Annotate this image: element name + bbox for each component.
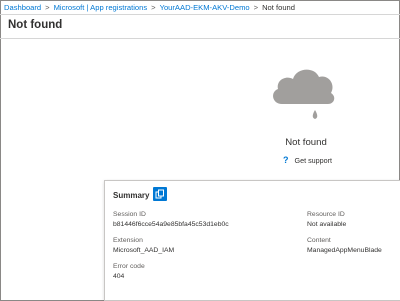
page-title: Not found [8,19,63,31]
breadcrumb-app-registrations[interactable]: Microsoft | App registrations [54,3,148,12]
error-message: Not found [285,137,327,148]
content-label: Content [307,237,331,244]
get-support-link[interactable]: ? Get support [283,155,332,165]
breadcrumb-separator: > [151,3,156,12]
breadcrumb-dashboard[interactable]: Dashboard [4,3,41,12]
breadcrumb-app-name[interactable]: YourAAD-EKM-AKV-Demo [160,3,250,12]
cloud-rain-icon [268,58,338,128]
title-bar: Not found [0,15,400,39]
help-icon: ? [283,155,289,165]
resource-id-label: Resource ID [307,211,345,218]
summary-title: Summary [113,191,150,200]
resource-id-value: Not available [307,221,347,228]
session-id-value: b81446f6cce54a9e85bfa45c53d1eb0c [113,221,229,228]
extension-label: Extension [113,237,143,244]
error-code-value: 404 [113,273,125,280]
summary-panel: Summary Session ID b81446f6cce54a9e85bfa… [104,180,400,301]
session-id-label: Session ID [113,211,146,218]
error-code-label: Error code [113,263,145,270]
copy-button[interactable] [153,187,167,201]
breadcrumb: Dashboard > Microsoft | App registrations >… [0,0,400,15]
copy-icon [155,189,164,199]
extension-value: Microsoft_AAD_IAM [113,247,175,254]
content-value: ManagedAppMenuBlade [307,247,382,254]
breadcrumb-separator: > [253,3,259,12]
breadcrumb-current: Not found [262,3,295,12]
breadcrumb-separator: > [45,3,50,12]
get-support-label: Get support [294,156,333,165]
